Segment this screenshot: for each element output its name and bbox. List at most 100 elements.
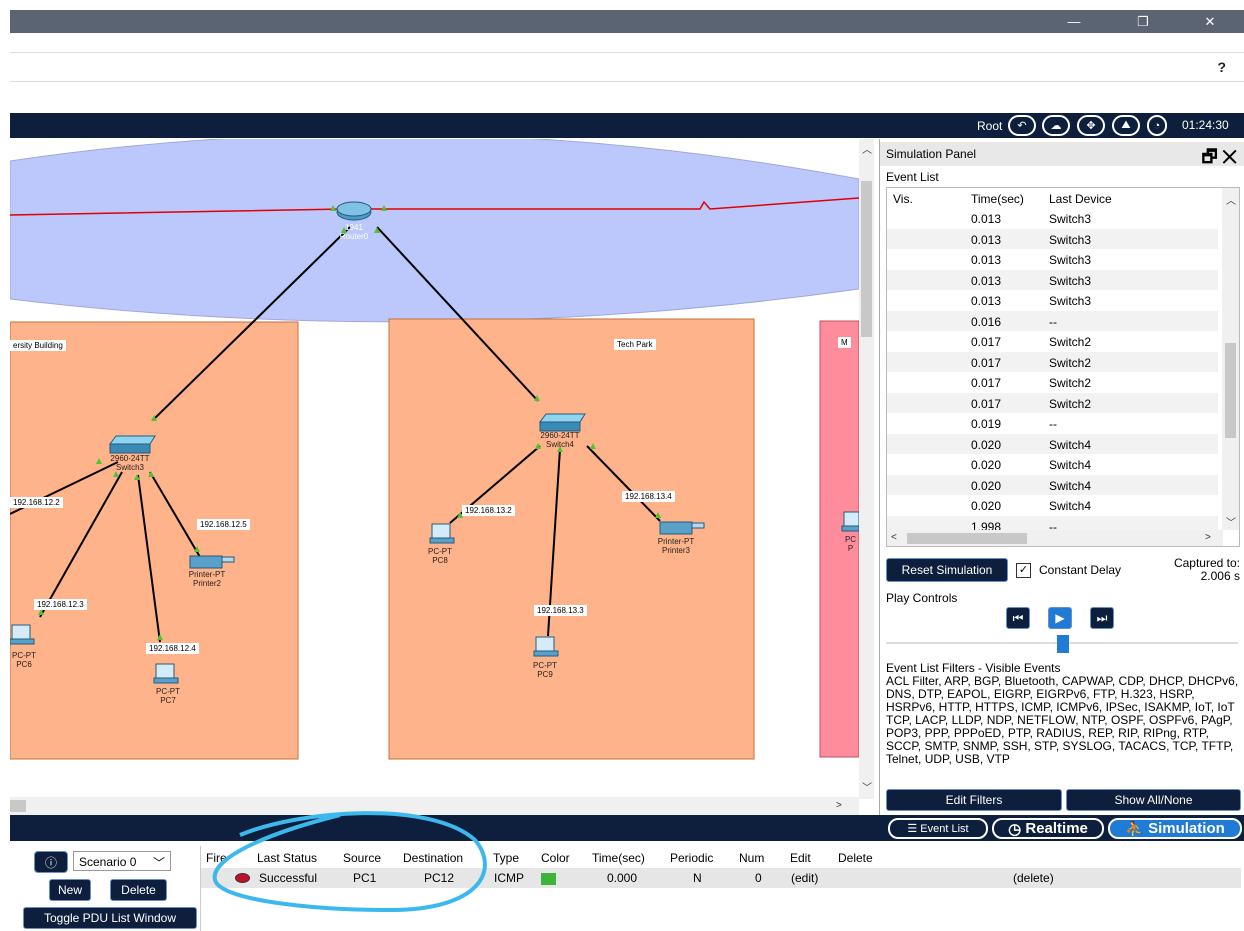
scrollbar-thumb[interactable]: [1225, 343, 1236, 438]
event-device: --: [1049, 417, 1057, 431]
toggle-pdu-list-button[interactable]: Toggle PDU List Window: [23, 907, 197, 929]
root-label[interactable]: Root: [977, 119, 1002, 133]
scrollbar-thumb[interactable]: [861, 181, 872, 337]
event-device: Switch3: [1049, 273, 1092, 288]
column-header: Periodic: [670, 851, 714, 865]
event-device: --: [1049, 314, 1057, 329]
edge-pc-label[interactable]: PC P: [842, 535, 859, 553]
close-icon[interactable]: ✕: [1187, 10, 1233, 33]
constant-delay-checkbox[interactable]: ✓: [1016, 563, 1031, 578]
event-row[interactable]: 0.013 Switch3: [887, 208, 1218, 228]
move-icon[interactable]: ✥: [1077, 115, 1105, 136]
event-row[interactable]: 0.020 Switch4: [887, 474, 1218, 495]
event-list-label: Event List: [886, 170, 939, 184]
workspace-vertical-scrollbar[interactable]: ︿ ﹀: [859, 139, 874, 799]
close-icon[interactable]: ✕: [1222, 147, 1237, 166]
event-row[interactable]: 0.020 Switch4: [887, 495, 1218, 515]
printer2-label[interactable]: Printer-PT Printer2: [182, 570, 232, 588]
event-row[interactable]: 0.013 Switch3: [887, 249, 1218, 269]
scrollbar-thumb[interactable]: [10, 800, 26, 812]
scrollbar-thumb[interactable]: [907, 533, 1027, 544]
event-row[interactable]: 0.017 Switch2: [887, 351, 1218, 372]
play-button[interactable]: ▶: [1048, 607, 1072, 629]
event-time: 0.016: [971, 314, 1002, 329]
pdu-time: 0.000: [607, 871, 638, 885]
event-row[interactable]: 0.013 Switch3: [887, 290, 1218, 310]
delete-scenario-button[interactable]: Delete: [110, 879, 167, 901]
event-list-table[interactable]: Vis. Time(sec) Last Device 0.013 Switch3 0…: [886, 187, 1240, 547]
scroll-right-icon[interactable]: >: [1205, 532, 1211, 543]
event-time: 0.020: [971, 437, 1002, 452]
show-all-none-button[interactable]: Show All/None: [1066, 789, 1241, 811]
event-row[interactable]: 0.019 --: [887, 413, 1218, 433]
pc6-label[interactable]: PC-PT PC6: [10, 651, 38, 669]
area-label: ersity Building: [10, 340, 66, 351]
menu-bar: ?: [10, 52, 1244, 82]
scroll-right-icon[interactable]: >: [836, 800, 842, 811]
edit-filters-button[interactable]: Edit Filters: [886, 789, 1062, 811]
column-header[interactable]: Vis.: [893, 192, 913, 206]
column-header: Delete: [838, 851, 873, 865]
realtime-mode-button[interactable]: ◷ Realtime: [992, 818, 1104, 839]
column-header: Time(sec): [592, 851, 645, 865]
scroll-down-icon[interactable]: ﹀: [862, 779, 872, 794]
cloud-icon[interactable]: ☁: [1042, 115, 1070, 136]
step-back-button[interactable]: ⏮: [1006, 607, 1030, 629]
event-row[interactable]: 0.017 Switch2: [887, 392, 1218, 413]
top-navigation-bar: Root ↶ ☁ ✥ ⛰ ◔ 01:24:30: [10, 113, 1244, 138]
event-list-vertical-scrollbar[interactable]: ︿ ﹀: [1222, 188, 1239, 530]
event-list-toggle[interactable]: ☰ Event List: [888, 818, 988, 839]
back-icon[interactable]: ↶: [1008, 115, 1036, 136]
pdu-delete-link[interactable]: (delete): [1013, 871, 1054, 885]
switch3-label[interactable]: 2960-24TT Switch3: [105, 454, 155, 472]
event-device: Switch3: [1049, 294, 1092, 308]
event-row[interactable]: 0.017 Switch2: [887, 372, 1218, 392]
event-device: Switch4: [1049, 458, 1092, 472]
event-time: 0.017: [971, 355, 1002, 370]
scenario-select[interactable]: Scenario 0 ﹀: [73, 851, 171, 871]
printer3-label[interactable]: Printer-PT Printer3: [650, 537, 702, 555]
column-header[interactable]: Time(sec): [971, 192, 1024, 206]
event-time: 0.013: [971, 232, 1002, 247]
event-row[interactable]: 0.016 --: [887, 310, 1218, 331]
event-list-horizontal-scrollbar[interactable]: < >: [887, 530, 1223, 546]
printer-icon: [659, 521, 693, 535]
pdu-edit-link[interactable]: (edit): [791, 871, 818, 885]
event-row[interactable]: 0.020 Switch4: [887, 454, 1218, 474]
ip-label: 192.168.12.5: [197, 519, 250, 530]
column-header: Edit: [790, 851, 811, 865]
scroll-up-icon[interactable]: ︿: [862, 141, 872, 156]
help-icon[interactable]: ?: [1217, 59, 1226, 75]
event-device: Switch2: [1049, 396, 1092, 411]
pc9-label[interactable]: PC-PT PC9: [525, 661, 565, 679]
event-row[interactable]: 0.013 Switch3: [887, 269, 1218, 290]
background-image-icon[interactable]: ⛰: [1112, 115, 1140, 136]
area-label: Tech Park: [614, 339, 656, 350]
event-device: Switch3: [1049, 232, 1092, 247]
slider-thumb[interactable]: [1057, 635, 1069, 653]
scroll-left-icon[interactable]: <: [891, 532, 897, 543]
event-time: 0.017: [971, 376, 1002, 390]
reset-simulation-button[interactable]: Reset Simulation: [886, 558, 1008, 582]
event-time: 0.020: [971, 499, 1002, 513]
scroll-up-icon[interactable]: ︿: [1226, 192, 1236, 207]
undock-icon[interactable]: 🗗: [1202, 147, 1218, 166]
column-header[interactable]: Last Device: [1049, 192, 1112, 206]
logical-workspace[interactable]: ersity Building Tech Park M 1941 Router0 …: [10, 139, 874, 815]
minimize-icon[interactable]: —: [1051, 10, 1097, 33]
mode-bar: ☰ Event List ◷ Realtime ⛹ Simulation: [10, 815, 1244, 841]
event-row[interactable]: 0.017 Switch2: [887, 331, 1218, 351]
new-scenario-button[interactable]: New: [49, 879, 91, 901]
step-forward-button[interactable]: ⏭: [1090, 607, 1114, 629]
timer-icon[interactable]: ◔: [1147, 115, 1167, 136]
event-row[interactable]: 0.020 Switch4: [887, 433, 1218, 454]
pc8-label[interactable]: PC-PT PC8: [420, 547, 460, 565]
scroll-down-icon[interactable]: ﹀: [1226, 514, 1236, 529]
restore-icon[interactable]: ❐: [1120, 10, 1166, 33]
switch4-label[interactable]: 2960-24TT Switch4: [535, 431, 585, 449]
pc7-label[interactable]: PC-PT PC7: [148, 687, 188, 705]
simulation-mode-button[interactable]: ⛹ Simulation: [1108, 818, 1242, 839]
event-row[interactable]: 0.013 Switch3: [887, 228, 1218, 249]
info-icon[interactable]: ⓘ: [34, 851, 68, 873]
router-label[interactable]: 1941 Router0: [332, 223, 376, 241]
